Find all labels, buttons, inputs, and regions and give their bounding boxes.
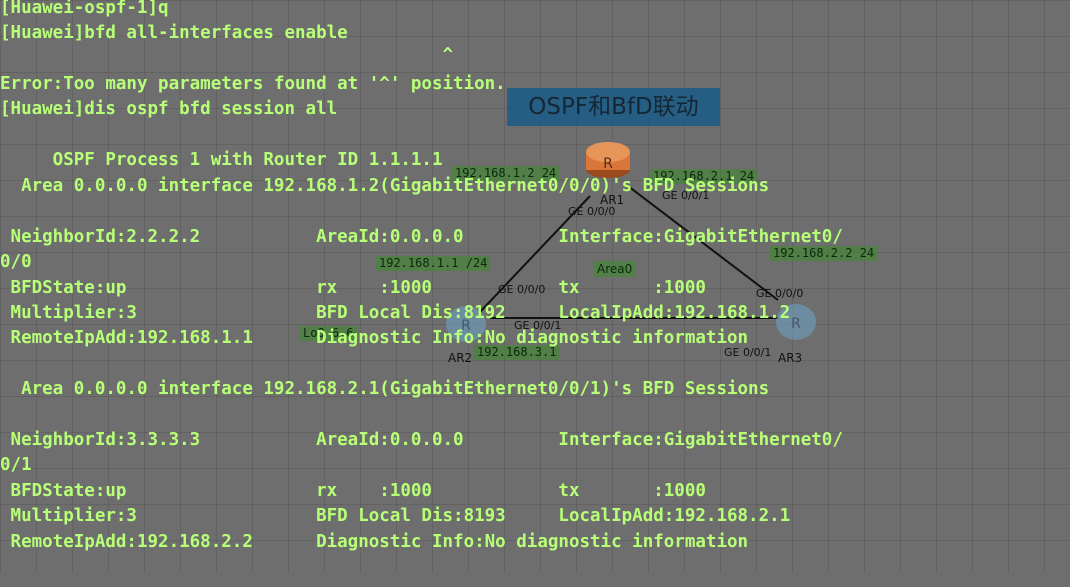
terminal-line: BFDState:up rx :1000 tx :1000 xyxy=(0,481,706,501)
terminal-line: 0/1 xyxy=(0,455,32,475)
terminal-line: BFDState:up rx :1000 tx :1000 xyxy=(0,278,706,298)
terminal-line: Multiplier:3 BFD Local Dis:8192 LocalIpA… xyxy=(0,303,791,323)
terminal-line: ^ xyxy=(0,45,454,65)
terminal-output[interactable]: [Huawei-ospf-1]q [Huawei]bfd all-interfa… xyxy=(0,0,1070,573)
terminal-line: OSPF Process 1 with Router ID 1.1.1.1 xyxy=(0,150,443,170)
terminal-line: NeighborId:2.2.2.2 AreaId:0.0.0.0 Interf… xyxy=(0,227,843,247)
terminal-line: NeighborId:3.3.3.3 AreaId:0.0.0.0 Interf… xyxy=(0,430,843,450)
terminal-line: [Huawei-ospf-1]q xyxy=(0,0,169,18)
terminal-line: 0/0 xyxy=(0,252,32,272)
terminal-line: RemoteIpAdd:192.168.1.1 Diagnostic Info:… xyxy=(0,328,749,348)
terminal-line: Error:Too many parameters found at '^' p… xyxy=(0,74,506,94)
terminal-line: [Huawei]dis ospf bfd session all xyxy=(0,99,338,119)
terminal-line: Area 0.0.0.0 interface 192.168.1.2(Gigab… xyxy=(0,176,770,196)
terminal-line: RemoteIpAdd:192.168.2.2 Diagnostic Info:… xyxy=(0,532,749,552)
terminal-line: Multiplier:3 BFD Local Dis:8193 LocalIpA… xyxy=(0,506,791,526)
terminal-line: Area 0.0.0.0 interface 192.168.2.1(Gigab… xyxy=(0,379,770,399)
